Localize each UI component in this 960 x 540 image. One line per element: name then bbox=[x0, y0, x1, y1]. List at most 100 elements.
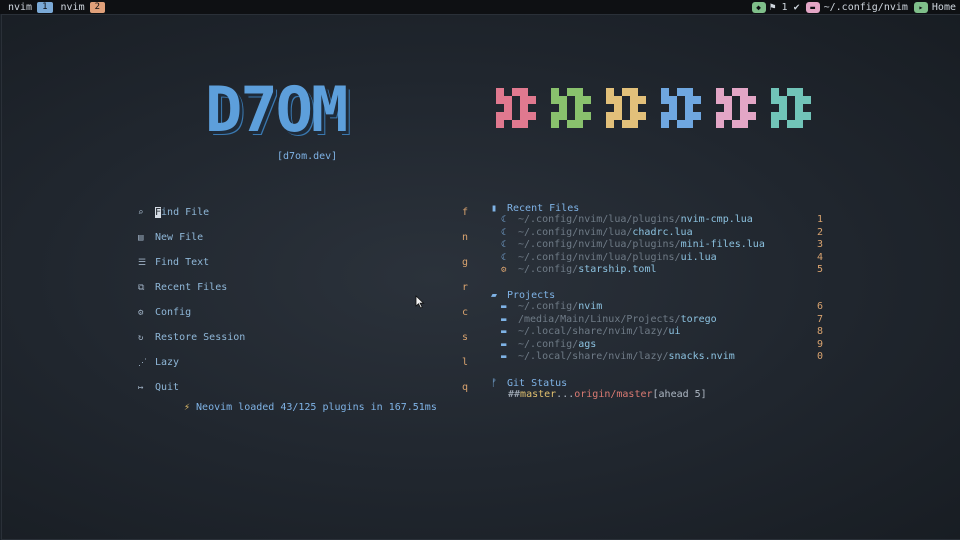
git-status-section: ᚠ Git Status ## master... origin/master [… bbox=[491, 377, 840, 402]
tab-number: 2 bbox=[89, 1, 106, 13]
git-dots: ... bbox=[556, 389, 575, 400]
item-name: nvim-cmp.lua bbox=[680, 214, 753, 225]
color-block bbox=[551, 88, 591, 128]
lua-icon: ☾ bbox=[501, 215, 507, 225]
menu-item-lazy[interactable]: ⋰ Lazy l bbox=[138, 350, 474, 375]
find-text-icon: ☰ bbox=[138, 257, 147, 268]
git-prefix: ## bbox=[508, 389, 521, 400]
item-name: snacks.nvim bbox=[668, 351, 735, 362]
recent-file-item[interactable]: ☾ ~/.config/nvim/lua/plugins/mini-files.l… bbox=[491, 239, 823, 252]
cwd-pill: ▬ ~/.config/nvim bbox=[805, 1, 908, 13]
folder-icon: ▬ bbox=[805, 1, 820, 13]
item-name: starship.toml bbox=[578, 264, 657, 275]
lua-icon: ☾ bbox=[501, 252, 507, 263]
recent-files-icon: ⧉ bbox=[138, 282, 145, 293]
color-block bbox=[606, 88, 646, 128]
menu-item-find-file[interactable]: ⌕ Find File f bbox=[138, 200, 474, 225]
item-key: 9 bbox=[816, 338, 823, 350]
menu-key: r bbox=[461, 282, 468, 293]
menu-key: q bbox=[461, 382, 468, 393]
bolt-icon: ⚡ bbox=[184, 402, 191, 413]
lua-icon: ☾ bbox=[501, 227, 507, 238]
project-item[interactable]: ▬ /media/Main/Linux/Projects/torego 7 bbox=[491, 314, 823, 327]
tmux-window-tab-2[interactable]: nvim 2 bbox=[60, 1, 106, 13]
git-status-text: ⚑ 1 ✔ bbox=[769, 1, 800, 13]
item-key: 7 bbox=[816, 313, 823, 325]
item-name: nvim bbox=[578, 301, 603, 312]
item-path: /media/Main/Linux/Projects/ bbox=[518, 313, 681, 325]
folder-icon: ▬ bbox=[501, 352, 507, 362]
startup-stats: ⚡ Neovim loaded 43/125 plugins in 167.51m… bbox=[184, 402, 437, 413]
menu-key: s bbox=[461, 332, 468, 343]
tmux-window-tab-1[interactable]: nvim 1 bbox=[8, 1, 53, 13]
lua-icon: ☾ bbox=[501, 240, 507, 250]
item-name: ags bbox=[578, 338, 597, 350]
item-key: 5 bbox=[816, 264, 823, 275]
mouse-cursor-icon bbox=[415, 295, 425, 309]
color-block bbox=[496, 88, 536, 128]
item-key: 1 bbox=[816, 214, 823, 225]
project-item[interactable]: ▬ ~/.local/share/nvim/lazy/snacks.nvim 0 bbox=[491, 351, 823, 364]
location-text: Home bbox=[931, 1, 956, 13]
recent-file-item[interactable]: ☾ ~/.config/nvim/lua/chadrc.lua 2 bbox=[491, 227, 823, 240]
item-key: 3 bbox=[816, 239, 823, 250]
git-branch-icon: ᚠ bbox=[491, 377, 497, 389]
menu-key: l bbox=[461, 357, 468, 368]
menu-key: f bbox=[461, 207, 468, 218]
menu-item-restore-session[interactable]: ↻ Restore Session s bbox=[138, 325, 474, 350]
recent-files-section: ▮ Recent Files ☾ ~/.config/nvim/lua/plugi… bbox=[491, 202, 823, 277]
cwd-text: ~/.config/nvim bbox=[823, 1, 908, 13]
color-block bbox=[771, 88, 811, 128]
menu-label: Quit bbox=[155, 382, 180, 393]
git-branch: master bbox=[520, 389, 557, 400]
menu-key: n bbox=[461, 232, 468, 243]
section-title: ᚠ Git Status bbox=[491, 377, 840, 389]
item-path: ~/.local/share/nvim/lazy/ bbox=[518, 326, 669, 337]
item-path: ~/.config/ bbox=[518, 264, 579, 275]
terminal-icon: ▸ bbox=[913, 1, 928, 13]
item-path: ~/.config/nvim/lua/ bbox=[518, 226, 633, 238]
recent-file-item[interactable]: ⚙ ~/.config/starship.toml 5 bbox=[491, 264, 823, 277]
section-title: ▰ Projects bbox=[491, 289, 823, 301]
recent-files-title: Recent Files bbox=[507, 202, 580, 214]
menu-label: Find Text bbox=[155, 257, 210, 268]
toml-icon: ⚙ bbox=[501, 265, 507, 275]
file-icon: ▮ bbox=[491, 202, 498, 214]
item-path: ~/.config/nvim/lua/plugins/ bbox=[518, 239, 681, 250]
menu-key: c bbox=[461, 307, 468, 318]
menu-label: Config bbox=[155, 307, 192, 318]
ascii-logo: D7OM bbox=[205, 73, 348, 146]
color-block bbox=[716, 88, 756, 128]
color-block bbox=[661, 88, 701, 128]
item-key: 8 bbox=[816, 326, 823, 337]
project-item[interactable]: ▬ ~/.local/share/nvim/lazy/ui 8 bbox=[491, 326, 823, 339]
item-path: ~/.config/nvim/lua/plugins/ bbox=[518, 251, 681, 263]
recent-file-item[interactable]: ☾ ~/.config/nvim/lua/plugins/ui.lua 4 bbox=[491, 252, 823, 265]
item-name: torego bbox=[680, 313, 717, 325]
menu-label: Restore Session bbox=[155, 332, 246, 343]
menu-label: Find File bbox=[155, 207, 210, 218]
project-item[interactable]: ▬ ~/.config/nvim 6 bbox=[491, 301, 823, 314]
tab-label: nvim bbox=[8, 1, 33, 13]
item-name: ui bbox=[668, 326, 681, 337]
item-path: ~/.config/ bbox=[518, 301, 579, 312]
project-item[interactable]: ▬ ~/.config/ags 9 bbox=[491, 339, 823, 352]
logo-url: [d7om.dev] bbox=[277, 151, 338, 162]
menu-item-find-text[interactable]: ☰ Find Text g bbox=[138, 250, 474, 275]
folder-icon: ▬ bbox=[501, 339, 507, 350]
location-pill: ▸ Home bbox=[913, 1, 956, 13]
menu-item-new-file[interactable]: ▤ New File n bbox=[138, 225, 474, 250]
tab-label: nvim bbox=[60, 1, 85, 13]
projects-section: ▰ Projects ▬ ~/.config/nvim 6 ▬ /media/Main/… bbox=[491, 289, 823, 364]
git-ahead: [ahead 5] bbox=[652, 389, 707, 400]
search-icon: ⌕ bbox=[138, 207, 144, 218]
folder-icon: ▬ bbox=[501, 302, 507, 312]
menu-key: g bbox=[461, 257, 468, 268]
item-path: ~/.config/ bbox=[518, 338, 579, 350]
item-path: ~/.local/share/nvim/lazy/ bbox=[518, 351, 669, 362]
gear-icon: ⚙ bbox=[138, 307, 144, 318]
item-name: mini-files.lua bbox=[680, 239, 765, 250]
menu-item-quit[interactable]: ↦ Quit q bbox=[138, 375, 474, 400]
recent-file-item[interactable]: ☾ ~/.config/nvim/lua/plugins/nvim-cmp.lua… bbox=[491, 214, 823, 227]
menu-label: Lazy bbox=[155, 357, 180, 368]
